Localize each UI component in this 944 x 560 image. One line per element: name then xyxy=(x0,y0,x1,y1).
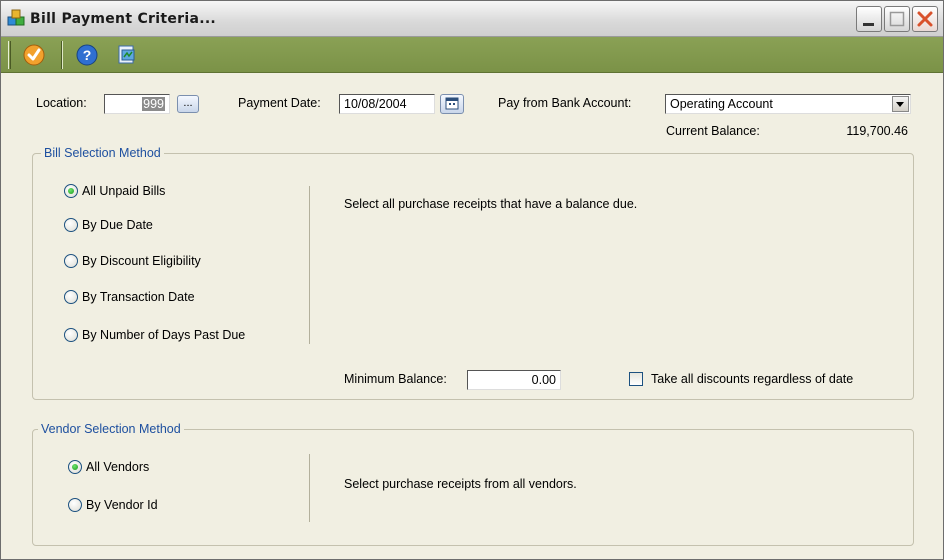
checkbox-box xyxy=(629,372,643,386)
radio-label: By Discount Eligibility xyxy=(82,254,201,268)
radio-label: By Transaction Date xyxy=(82,290,195,304)
radio-by-discount-eligibility[interactable]: By Discount Eligibility xyxy=(64,254,201,268)
report-button[interactable] xyxy=(115,43,139,67)
radio-by-due-date[interactable]: By Due Date xyxy=(64,218,153,232)
minimize-button[interactable] xyxy=(856,6,882,32)
current-balance-label: Current Balance: xyxy=(666,124,760,138)
title-bar: Bill Payment Criteria... xyxy=(1,1,943,37)
location-field[interactable]: 999 xyxy=(104,94,170,114)
radio-label: By Due Date xyxy=(82,218,153,232)
calendar-button[interactable] xyxy=(440,94,464,114)
ok-checkmark-icon xyxy=(23,44,45,66)
close-icon xyxy=(917,11,933,27)
current-balance-value: 119,700.46 xyxy=(846,124,908,138)
minimum-balance-field[interactable]: 0.00 xyxy=(467,370,561,390)
vendor-selection-title: Vendor Selection Method xyxy=(38,422,184,436)
radio-label: All Unpaid Bills xyxy=(82,184,166,198)
radio-by-vendor-id[interactable]: By Vendor Id xyxy=(68,498,158,512)
radio-selected-indicator xyxy=(68,460,82,474)
chevron-down-icon xyxy=(896,102,904,107)
toolbar-grip xyxy=(8,41,11,69)
help-button[interactable]: ? xyxy=(75,43,99,67)
bank-account-value: Operating Account xyxy=(670,97,773,111)
vendor-selection-description: Select purchase receipts from all vendor… xyxy=(344,477,577,491)
bank-account-select[interactable]: Operating Account xyxy=(665,94,911,114)
radio-all-vendors[interactable]: All Vendors xyxy=(68,460,149,474)
radio-by-days-past-due[interactable]: By Number of Days Past Due xyxy=(64,328,245,342)
vendor-selection-divider xyxy=(309,454,310,522)
radio-by-transaction-date[interactable]: By Transaction Date xyxy=(64,290,195,304)
help-icon: ? xyxy=(76,44,98,66)
bill-selection-title: Bill Selection Method xyxy=(41,146,164,160)
location-label: Location: xyxy=(36,96,87,110)
payment-date-field[interactable]: 10/08/2004 xyxy=(339,94,435,114)
window-title: Bill Payment Criteria... xyxy=(30,11,217,27)
maximize-button[interactable] xyxy=(884,6,910,32)
radio-label: All Vendors xyxy=(86,460,150,474)
bill-selection-divider xyxy=(309,186,310,344)
radio-indicator xyxy=(68,498,82,512)
checkbox-label: Take all discounts regardless of date xyxy=(651,372,854,386)
radio-selected-indicator xyxy=(64,184,78,198)
radio-indicator xyxy=(64,218,78,232)
bill-payment-criteria-window: Bill Payment Criteria... ? Location: 999… xyxy=(0,0,944,560)
bank-account-label: Pay from Bank Account: xyxy=(498,96,632,110)
minimum-balance-value: 0.00 xyxy=(531,373,556,387)
minimize-icon xyxy=(863,23,874,26)
browse-ellipsis: ... xyxy=(183,97,193,109)
minimum-balance-label: Minimum Balance: xyxy=(344,372,447,386)
radio-label: By Number of Days Past Due xyxy=(82,328,246,342)
take-discounts-checkbox[interactable]: Take all discounts regardless of date xyxy=(629,372,853,386)
payment-date-value: 10/08/2004 xyxy=(344,97,407,111)
radio-all-unpaid-bills[interactable]: All Unpaid Bills xyxy=(64,184,165,198)
radio-indicator xyxy=(64,290,78,304)
report-icon xyxy=(118,45,135,64)
radio-indicator xyxy=(64,254,78,268)
radio-label: By Vendor Id xyxy=(86,498,158,512)
app-blocks-icon xyxy=(7,9,25,26)
location-browse-button[interactable]: ... xyxy=(177,95,199,113)
bill-selection-description: Select all purchase receipts that have a… xyxy=(344,197,638,211)
ok-button[interactable] xyxy=(22,43,46,67)
toolbar: ? xyxy=(1,37,943,73)
maximize-icon xyxy=(889,11,905,27)
radio-indicator xyxy=(64,328,78,342)
dropdown-button[interactable] xyxy=(892,96,909,112)
location-value: 999 xyxy=(142,97,165,111)
toolbar-separator xyxy=(61,41,63,69)
payment-date-label: Payment Date: xyxy=(238,96,321,110)
svg-text:?: ? xyxy=(83,47,92,63)
close-button[interactable] xyxy=(912,6,938,32)
calendar-icon xyxy=(445,97,459,110)
